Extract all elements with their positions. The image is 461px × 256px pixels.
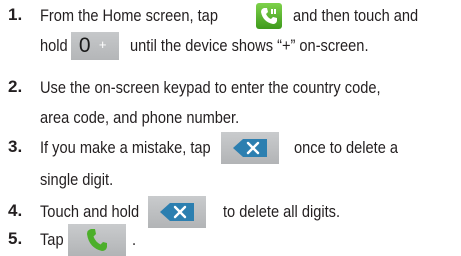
call-icon (87, 229, 108, 251)
step-text: and then touch and (293, 5, 419, 25)
phone-app-icon (256, 2, 283, 29)
key-plus: + (98, 36, 107, 52)
step-line: Touch and hold to delete all digits. (40, 196, 457, 228)
step-line: area code, and phone number. (40, 102, 457, 132)
step-text: From the Home screen, tap (40, 5, 218, 25)
step-number: 3. (8, 137, 23, 156)
step-text: If you make a mistake, tap (40, 138, 211, 157)
step-line: single digit. (40, 164, 457, 194)
instruction-list: 1. From the Home screen, tap and then to… (0, 0, 461, 256)
step-line: hold 0 + until the device shows “+” on-s… (40, 30, 457, 60)
step-text: hold (40, 35, 68, 55)
step-number: 2. (8, 77, 23, 96)
step-text: single digit. (40, 169, 114, 189)
step-text: to delete all digits. (222, 202, 340, 221)
backspace-key (221, 132, 280, 164)
zero-plus-key: 0 + (70, 31, 119, 60)
backspace-icon (233, 139, 268, 157)
backspace-icon (160, 203, 195, 221)
step-text: . (131, 230, 136, 249)
step-text: Touch and hold (40, 202, 140, 221)
step-text: until the device shows “+” on-screen. (129, 35, 369, 55)
key-digit: 0 (78, 33, 91, 57)
step-text: Use the on-screen keypad to enter the co… (40, 77, 381, 97)
step-text: Tap (40, 230, 64, 249)
step-line: If you make a mistake, tap once to delet… (40, 132, 457, 164)
step-number: 1. (8, 5, 23, 24)
step-number: 4. (8, 201, 23, 220)
call-key (68, 224, 127, 256)
step-line: Use the on-screen keypad to enter the co… (40, 72, 457, 102)
step-line: From the Home screen, tap and then touch… (40, 0, 457, 30)
step-text: once to delete a (293, 138, 398, 157)
step-text: area code, and phone number. (40, 107, 240, 127)
